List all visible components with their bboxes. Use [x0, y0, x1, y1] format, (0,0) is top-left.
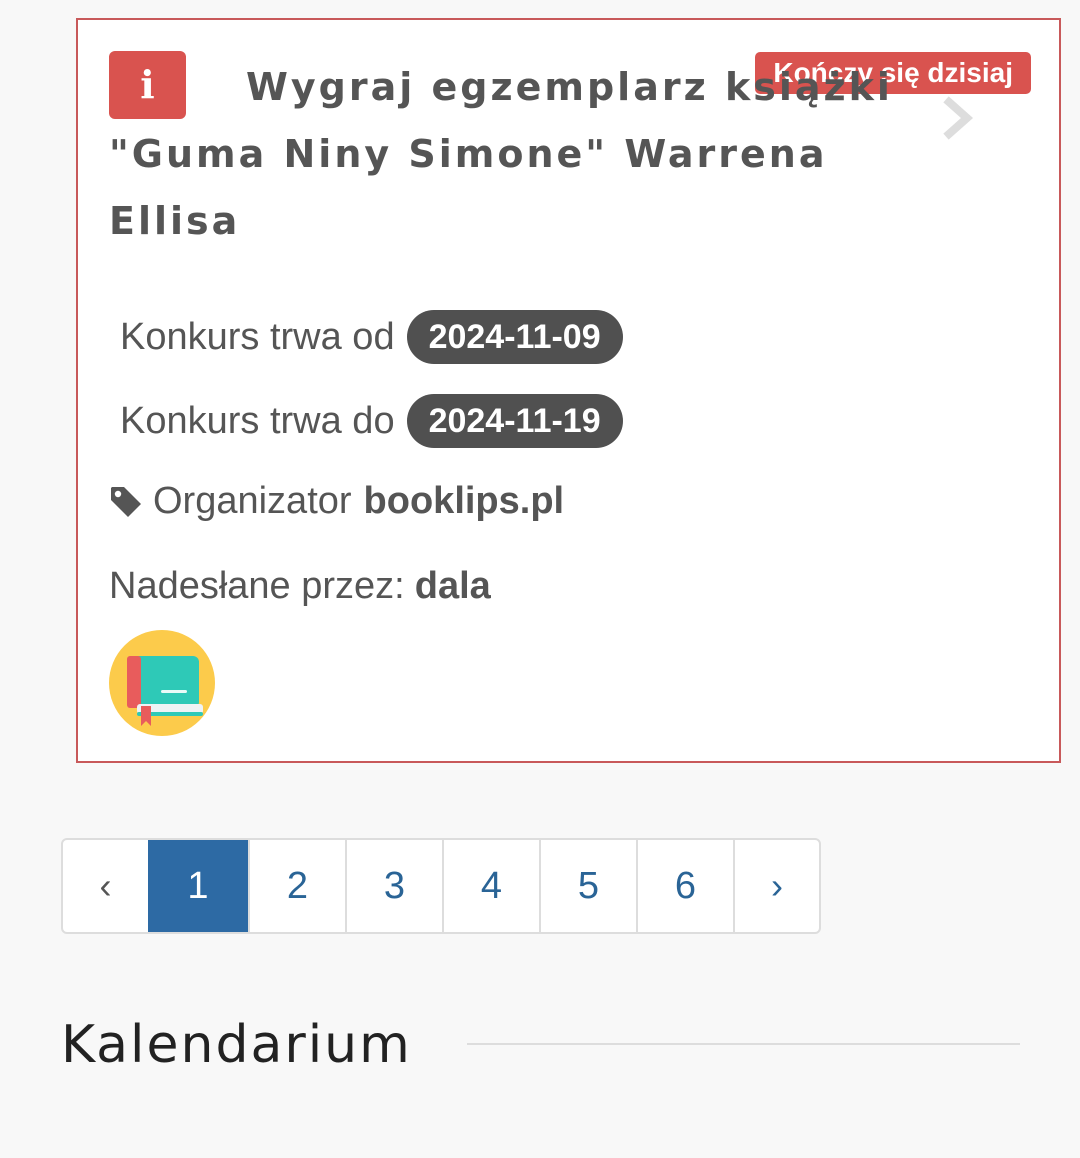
end-date-pill: 2024-11-19: [406, 394, 623, 448]
end-date-label: Konkurs trwa do: [120, 399, 395, 442]
submitted-by-user[interactable]: dala: [415, 565, 491, 607]
end-date-row: Konkurs trwa do 2024-11-19: [120, 394, 623, 448]
submitted-by-row: Nadesłane przez: dala: [109, 565, 491, 608]
book-avatar-icon[interactable]: [109, 630, 215, 736]
page-4-button[interactable]: 4: [442, 840, 539, 932]
start-date-pill: 2024-11-09: [406, 310, 623, 364]
page-1-button[interactable]: 1: [148, 840, 248, 932]
submitted-by-label: Nadesłane przez:: [109, 565, 405, 607]
section-title: Kalendarium: [61, 1015, 412, 1075]
page-prev-button[interactable]: ‹: [63, 840, 148, 932]
contest-title[interactable]: Wygraj egzemplarz książki "Guma Niny Sim…: [109, 54, 969, 255]
organizer-row: Organizator booklips.pl: [109, 480, 564, 523]
organizer-link[interactable]: booklips.pl: [364, 480, 565, 523]
start-date-row: Konkurs trwa od 2024-11-09: [120, 310, 623, 364]
organizer-label: Organizator: [153, 480, 352, 522]
page-2-button[interactable]: 2: [248, 840, 345, 932]
page-5-button[interactable]: 5: [539, 840, 636, 932]
section-divider: [467, 1043, 1020, 1045]
tag-icon: [111, 486, 141, 517]
page-3-button[interactable]: 3: [345, 840, 442, 932]
page-6-button[interactable]: 6: [636, 840, 733, 932]
pagination: ‹ 1 2 3 4 5 6 ›: [61, 838, 821, 934]
page-next-button[interactable]: ›: [733, 840, 819, 932]
start-date-label: Konkurs trwa od: [120, 315, 395, 358]
contest-card[interactable]: i Kończy się dzisiaj Wygraj egzemplarz k…: [76, 18, 1061, 763]
